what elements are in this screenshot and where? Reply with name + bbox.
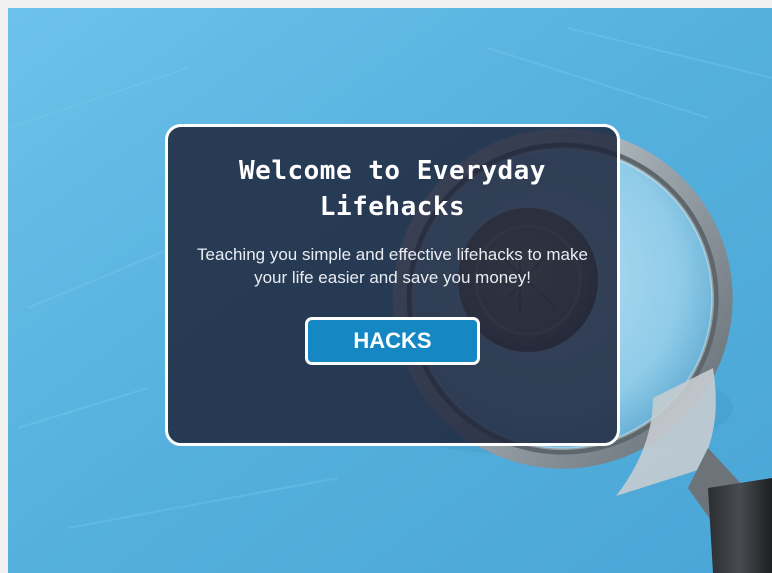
hero-section: Welcome to Everyday Lifehacks Teaching y… <box>8 8 772 573</box>
hero-subtitle: Teaching you simple and effective lifeha… <box>197 245 588 287</box>
hacks-button[interactable]: HACKS <box>305 317 480 365</box>
hero-title: Welcome to Everyday Lifehacks <box>239 156 546 222</box>
welcome-card: Welcome to Everyday Lifehacks Teaching y… <box>165 124 620 446</box>
